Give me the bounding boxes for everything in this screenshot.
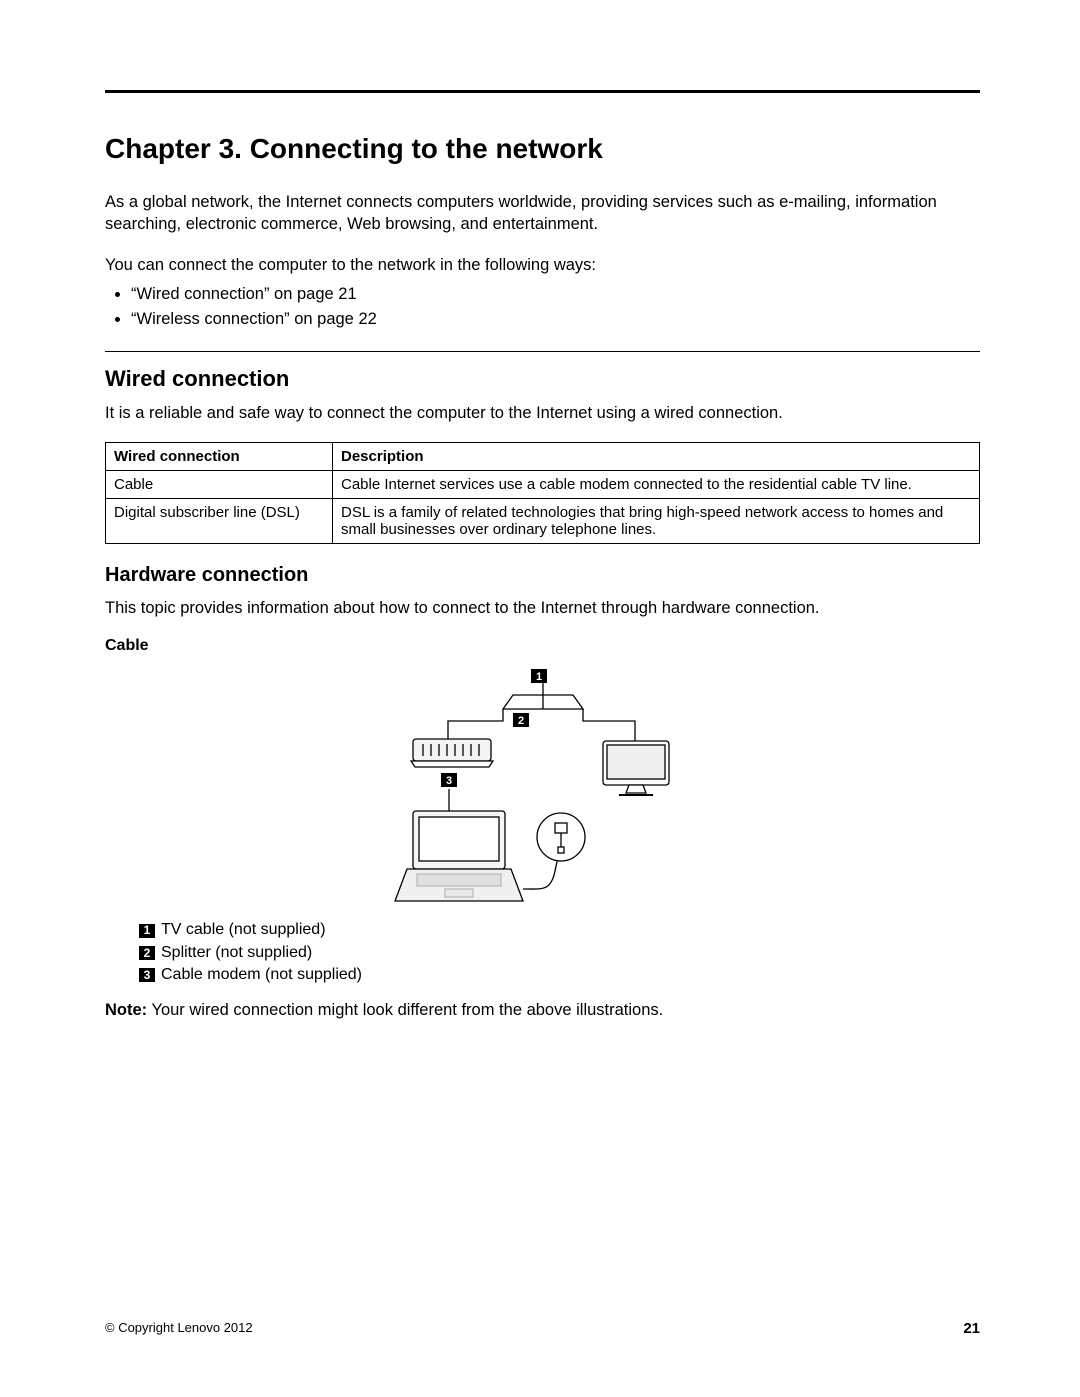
hardware-connection-heading: Hardware connection (105, 564, 980, 587)
diagram-legend: 1 TV cable (not supplied) 2 Splitter (no… (139, 919, 980, 986)
note-text: Your wired connection might look differe… (147, 1001, 663, 1019)
table-header: Description (333, 443, 980, 471)
wired-intro: It is a reliable and safe way to connect… (105, 402, 980, 424)
table-cell: Digital subscriber line (DSL) (106, 499, 333, 544)
svg-text:2: 2 (517, 715, 523, 727)
table-row: Digital subscriber line (DSL) DSL is a f… (106, 499, 980, 544)
hardware-intro: This topic provides information about ho… (105, 597, 980, 619)
table-row: Cable Cable Internet services use a cabl… (106, 471, 980, 499)
list-item: “Wireless connection” on page 22 (131, 307, 980, 333)
page-footer: © Copyright Lenovo 2012 21 (105, 1320, 980, 1337)
chapter-title: Chapter 3. Connecting to the network (105, 133, 980, 165)
legend-number-box: 1 (139, 924, 155, 938)
chapter-intro-2: You can connect the computer to the netw… (105, 254, 980, 276)
wired-connection-table: Wired connection Description Cable Cable… (105, 442, 980, 544)
legend-item: 1 TV cable (not supplied) (139, 919, 980, 941)
legend-text: Cable modem (not supplied) (161, 964, 362, 986)
legend-number-box: 3 (139, 968, 155, 982)
svg-text:3: 3 (445, 775, 451, 787)
page-number: 21 (963, 1320, 980, 1337)
legend-text: TV cable (not supplied) (161, 919, 326, 941)
wired-connection-heading: Wired connection (105, 366, 980, 392)
list-item: “Wired connection” on page 21 (131, 282, 980, 308)
table-cell: Cable (106, 471, 333, 499)
legend-text: Splitter (not supplied) (161, 942, 312, 964)
chapter-intro-1: As a global network, the Internet connec… (105, 191, 980, 236)
document-page: Chapter 3. Connecting to the network As … (0, 0, 1080, 1397)
note-label: Note: (105, 1001, 147, 1019)
cable-diagram: 1 2 3 (105, 661, 980, 911)
svg-text:1: 1 (535, 671, 541, 683)
section-rule (105, 351, 980, 352)
legend-number-box: 2 (139, 946, 155, 960)
cable-subheading: Cable (105, 637, 980, 655)
note-line: Note: Your wired connection might look d… (105, 1001, 980, 1020)
top-rule (105, 90, 980, 93)
legend-item: 2 Splitter (not supplied) (139, 942, 980, 964)
table-header: Wired connection (106, 443, 333, 471)
connection-ways-list: “Wired connection” on page 21 “Wireless … (105, 282, 980, 333)
table-cell: Cable Internet services use a cable mode… (333, 471, 980, 499)
table-header-row: Wired connection Description (106, 443, 980, 471)
table-cell: DSL is a family of related technologies … (333, 499, 980, 544)
connection-diagram-svg: 1 2 3 (383, 661, 703, 911)
legend-item: 3 Cable modem (not supplied) (139, 964, 980, 986)
copyright-text: © Copyright Lenovo 2012 (105, 1320, 253, 1337)
